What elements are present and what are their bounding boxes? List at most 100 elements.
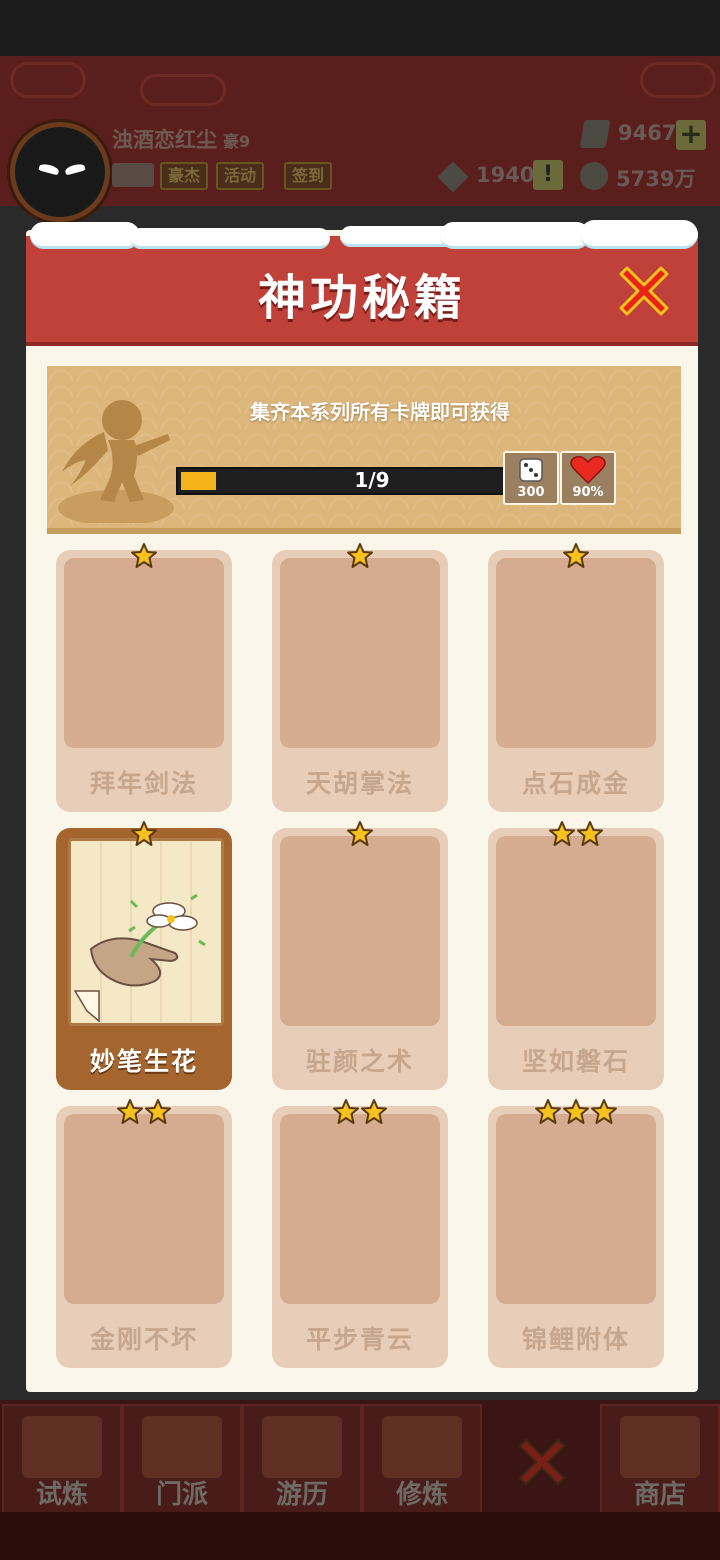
nav-tab-travel[interactable]: 游历 <box>242 1404 362 1516</box>
star-icon <box>534 1098 562 1126</box>
nav-tab-label: 门派 <box>155 1480 208 1510</box>
card-art <box>280 558 440 748</box>
star-rating <box>562 542 590 570</box>
star-rating <box>346 820 374 848</box>
card-art <box>280 836 440 1026</box>
star-icon <box>346 542 374 570</box>
tokens-value: 1940 <box>476 163 535 187</box>
avatar-eye <box>38 162 60 176</box>
card-name: 天胡掌法 <box>305 769 414 798</box>
nav-tab-trial[interactable]: 试炼 <box>2 1404 122 1516</box>
snow-decoration <box>30 222 140 249</box>
status-bar <box>0 0 720 56</box>
star-rating <box>346 542 374 570</box>
star-rating <box>116 1098 172 1126</box>
star-icon <box>590 1098 618 1126</box>
card-art <box>496 1114 656 1304</box>
star-icon <box>130 542 158 570</box>
card-art <box>64 558 224 748</box>
card-name: 坚如磐石 <box>521 1047 630 1076</box>
gem-icon <box>579 120 611 148</box>
coins-value: 5739万 <box>616 167 696 191</box>
heart-icon <box>570 455 606 485</box>
card-name: 锦鲤附体 <box>521 1325 630 1354</box>
add-gems-button[interactable]: + <box>676 120 706 150</box>
card-name: 点石成金 <box>521 769 630 798</box>
cultivate-icon <box>382 1416 462 1478</box>
card-name: 平步青云 <box>305 1325 414 1354</box>
close-icon[interactable] <box>615 262 673 320</box>
nav-tab-sect[interactable]: 门派 <box>122 1404 242 1516</box>
skill-card[interactable]: 坚如磐石 <box>488 828 664 1090</box>
skill-card[interactable]: 平步青云 <box>272 1106 448 1368</box>
card-art <box>280 1114 440 1304</box>
tag-activity-button[interactable]: 活动 <box>216 162 265 190</box>
reward-value: 300 <box>517 485 545 500</box>
sect-icon <box>142 1416 222 1478</box>
card-name: 金刚不坏 <box>89 1325 198 1354</box>
card-art <box>64 1114 224 1304</box>
skill-card[interactable]: 金刚不坏 <box>56 1106 232 1368</box>
tag-hero-button[interactable]: 豪杰 <box>160 162 209 190</box>
travel-icon <box>262 1416 342 1478</box>
nav-tab-label: 修炼 <box>395 1480 448 1510</box>
nav-tab-cultivate[interactable]: 修炼 <box>362 1404 482 1516</box>
star-icon <box>562 1098 590 1126</box>
star-icon <box>548 820 576 848</box>
card-name: 驻颜之术 <box>305 1047 414 1076</box>
cloud-decoration <box>10 62 86 98</box>
reward-value: 90% <box>572 485 604 500</box>
nav-tab-label: 商店 <box>633 1480 686 1510</box>
skill-card[interactable]: 天胡掌法 <box>272 550 448 812</box>
star-rating <box>548 820 604 848</box>
star-rating <box>534 1098 618 1126</box>
card-art <box>68 838 224 1026</box>
star-icon <box>116 1098 144 1126</box>
gems-value: 9467 <box>618 121 677 145</box>
cloud-decoration <box>140 74 226 106</box>
close-icon[interactable] <box>512 1432 572 1492</box>
card-name: 妙笔生花 <box>89 1047 198 1076</box>
modal-title: 神功秘籍 <box>257 270 466 326</box>
reward-dice[interactable]: 300 <box>503 451 559 505</box>
snow-decoration <box>130 228 330 249</box>
bottom-strip <box>0 1512 720 1560</box>
avatar[interactable] <box>10 122 110 222</box>
skill-card[interactable]: 锦鲤附体 <box>488 1106 664 1368</box>
star-icon <box>562 542 590 570</box>
star-rating <box>332 1098 388 1126</box>
star-icon <box>144 1098 172 1126</box>
flower-hand-icon <box>73 841 206 1023</box>
nav-tab-shop[interactable]: 商店 <box>600 1404 720 1516</box>
star-icon <box>360 1098 388 1126</box>
tag-signin-button[interactable]: 签到 <box>284 162 333 190</box>
star-rating <box>130 542 158 570</box>
mail-icon[interactable] <box>112 163 154 187</box>
snow-decoration <box>440 222 590 249</box>
star-icon <box>332 1098 360 1126</box>
player-level: 豪9 <box>223 132 251 151</box>
skill-card[interactable]: 妙笔生花 <box>56 828 232 1090</box>
trial-icon <box>22 1416 102 1478</box>
reward-heart[interactable]: 90% <box>560 451 616 505</box>
player-name-text: 浊酒恋红尘 <box>112 128 217 152</box>
star-rating <box>130 820 158 848</box>
cloud-decoration <box>640 62 716 98</box>
nav-tab-label: 游历 <box>275 1480 328 1510</box>
alert-button[interactable]: ! <box>533 160 563 190</box>
dice-icon <box>519 458 543 482</box>
skill-card[interactable]: 拜年剑法 <box>56 550 232 812</box>
skill-card[interactable]: 点石成金 <box>488 550 664 812</box>
star-icon <box>346 820 374 848</box>
card-name: 拜年剑法 <box>89 769 198 798</box>
banner-text: 集齐本系列所有卡牌即可获得 <box>250 400 510 424</box>
card-art <box>496 836 656 1026</box>
nav-tab-label: 试炼 <box>35 1480 88 1510</box>
skill-card[interactable]: 驻颜之术 <box>272 828 448 1090</box>
figure-icon <box>58 400 174 523</box>
shop-icon <box>620 1416 700 1478</box>
card-art <box>496 558 656 748</box>
coin-icon <box>580 162 608 190</box>
star-icon <box>130 820 158 848</box>
avatar-eye <box>64 162 86 176</box>
